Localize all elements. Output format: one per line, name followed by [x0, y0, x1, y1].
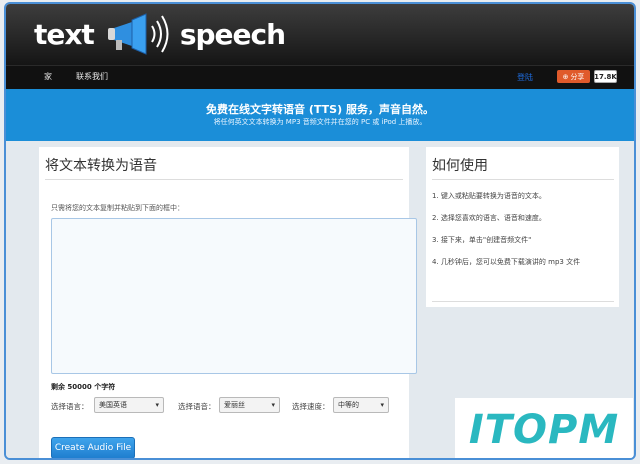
voice-label: 选择语音： — [178, 402, 216, 411]
chevron-down-icon: ▾ — [271, 401, 275, 409]
site-logo[interactable]: text speech — [34, 12, 286, 56]
divider — [432, 179, 614, 180]
share-count-badge: 17.8K — [594, 70, 617, 83]
watermark-text: ITOPM — [468, 407, 620, 453]
converter-instruction: 只需将您的文本复制并粘贴到下面的框中： — [51, 204, 184, 212]
hero-banner: 免费在线文字转语音 (TTS) 服务，声音自然。 将任何英文文本转换为 MP3 … — [6, 89, 634, 141]
voice-select[interactable]: 爱丽丝 ▾ — [219, 397, 280, 413]
voice-value: 爱丽丝 — [224, 401, 245, 409]
plus-icon: ⊕ — [562, 72, 569, 81]
remaining-characters: 剩余 50000 个字符 — [51, 383, 116, 391]
logo-text-right: speech — [179, 17, 286, 51]
speed-select[interactable]: 中等的 ▾ — [333, 397, 389, 413]
banner-title: 免费在线文字转语音 (TTS) 服务，声音自然。 — [206, 103, 434, 116]
howto-step: 4. 几秒钟后，您可以免费下载演讲的 mp3 文件 — [432, 258, 581, 266]
nav-home-link[interactable]: 家 — [44, 71, 52, 82]
language-value: 美国英语 — [99, 401, 127, 409]
share-label: 分享 — [570, 72, 585, 81]
speed-value: 中等的 — [338, 401, 359, 409]
converter-panel: 将文本转换为语音 只需将您的文本复制并粘贴到下面的框中： 剩余 50000 个字… — [39, 147, 417, 458]
banner-subtitle: 将任何英文文本转换为 MP3 音频文件并在您的 PC 或 iPod 上播放。 — [213, 118, 427, 126]
create-audio-file-button[interactable]: Create Audio File — [51, 437, 135, 458]
logo-text-left: text — [34, 17, 95, 51]
megaphone-icon — [107, 13, 169, 55]
howto-step: 1. 键入或粘贴要转换为语音的文本。 — [432, 192, 546, 200]
browser-frame: text speech 家 联系我们 登陆 ⊕ 分享 17.8K 免费在线文字转… — [4, 2, 636, 460]
nav-contact-link[interactable]: 联系我们 — [76, 71, 108, 82]
share-button[interactable]: ⊕ 分享 — [557, 70, 590, 83]
howto-step: 3. 接下来，单击"创建音频文件" — [432, 236, 532, 244]
divider — [432, 301, 614, 302]
language-label: 选择语言： — [51, 402, 89, 411]
nav-bar: 家 联系我们 登陆 ⊕ 分享 17.8K — [6, 65, 634, 89]
howto-step: 2. 选择您喜欢的语言、语音和速度。 — [432, 214, 546, 222]
language-select[interactable]: 美国英语 ▾ — [94, 397, 164, 413]
howto-panel: 如何使用 1. 键入或粘贴要转换为语音的文本。 2. 选择您喜欢的语言、语音和速… — [426, 147, 619, 307]
chevron-down-icon: ▾ — [380, 401, 384, 409]
chevron-down-icon: ▾ — [155, 401, 159, 409]
login-link[interactable]: 登陆 — [517, 72, 533, 83]
text-input-area[interactable] — [51, 218, 417, 374]
howto-title: 如何使用 — [432, 158, 488, 174]
converter-title: 将文本转换为语音 — [45, 158, 157, 174]
itopm-watermark: ITOPM — [455, 398, 633, 458]
speed-label: 选择速度： — [292, 402, 330, 411]
site-header: text speech — [6, 4, 634, 65]
divider — [45, 179, 403, 180]
